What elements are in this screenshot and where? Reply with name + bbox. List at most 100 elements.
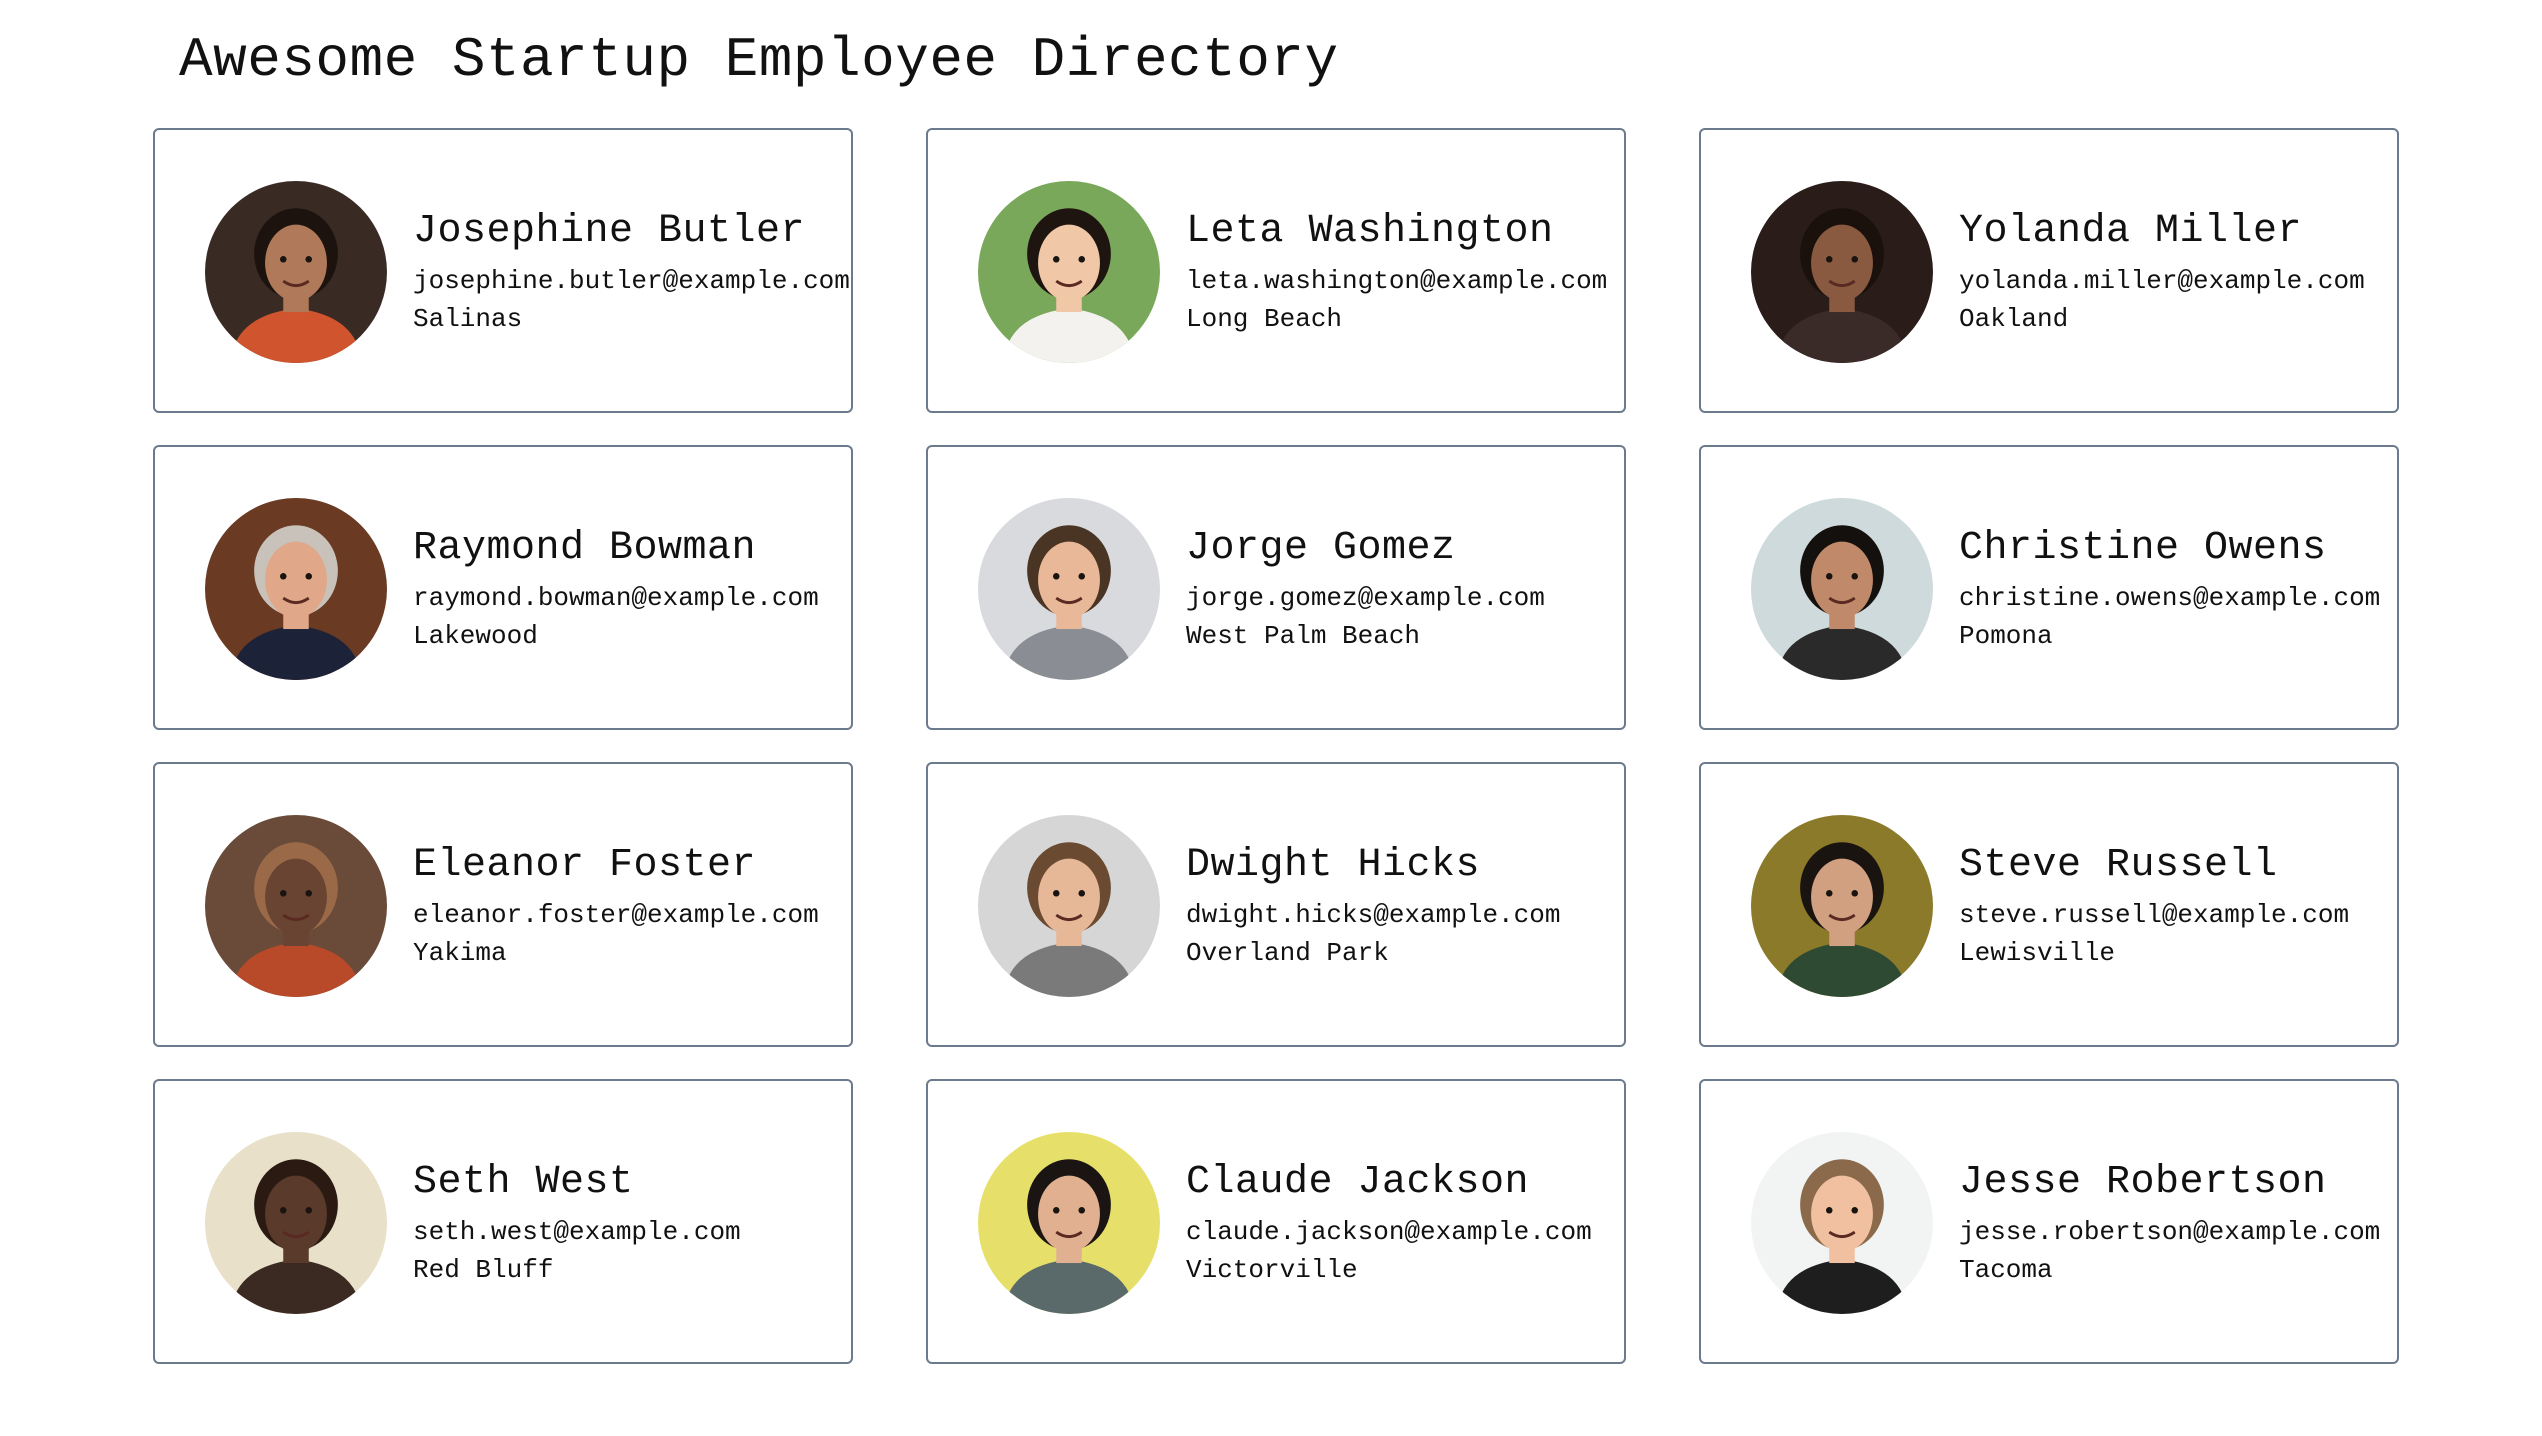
- photo-eye: [1825, 889, 1833, 897]
- employee-info: Dwight Hicks dwight.hicks@example.com Ov…: [1186, 838, 1560, 972]
- photo-eye: [1052, 255, 1060, 263]
- employee-email: jorge.gomez@example.com: [1186, 583, 1545, 613]
- person-photo-icon: [978, 181, 1160, 363]
- person-photo-icon: [978, 1132, 1160, 1314]
- employee-name: Josephine Butler: [413, 209, 806, 254]
- employee-info: Jorge Gomez jorge.gomez@example.com West…: [1186, 521, 1545, 655]
- employee-name: Christine Owens: [1959, 526, 2327, 571]
- avatar: [978, 1132, 1160, 1314]
- employee-email: leta.washington@example.com: [1186, 266, 1608, 296]
- person-photo-icon: [978, 815, 1160, 997]
- employee-card[interactable]: Jorge Gomez jorge.gomez@example.com West…: [926, 445, 1626, 730]
- employee-name: Dwight Hicks: [1186, 843, 1481, 888]
- photo-eye: [1052, 572, 1060, 580]
- avatar: [205, 181, 387, 363]
- page-title: Awesome Startup Employee Directory: [179, 28, 1339, 92]
- employee-info: Josephine Butler josephine.butler@exampl…: [413, 204, 850, 338]
- photo-eye: [1078, 889, 1086, 897]
- employee-name: Jesse Robertson: [1959, 1160, 2327, 1205]
- employee-city: Lakewood: [413, 621, 538, 651]
- employee-info: Raymond Bowman raymond.bowman@example.co…: [413, 521, 819, 655]
- person-photo-icon: [205, 181, 387, 363]
- employee-city: Red Bluff: [413, 1255, 554, 1285]
- employee-name: Claude Jackson: [1186, 1160, 1530, 1205]
- employee-name: Steve Russell: [1959, 843, 2278, 888]
- employee-name: Jorge Gomez: [1186, 526, 1456, 571]
- photo-eye: [305, 572, 313, 580]
- photo-eye: [279, 572, 287, 580]
- photo-face: [1811, 1175, 1873, 1253]
- employee-card[interactable]: Claude Jackson claude.jackson@example.co…: [926, 1079, 1626, 1364]
- photo-eye: [1078, 1206, 1086, 1214]
- photo-eye: [305, 1206, 313, 1214]
- avatar: [978, 815, 1160, 997]
- employee-name: Raymond Bowman: [413, 526, 757, 571]
- employee-card[interactable]: Dwight Hicks dwight.hicks@example.com Ov…: [926, 762, 1626, 1047]
- photo-eye: [1851, 889, 1859, 897]
- avatar: [978, 498, 1160, 680]
- employee-email: steve.russell@example.com: [1959, 900, 2350, 930]
- photo-face: [1811, 858, 1873, 936]
- employee-card[interactable]: Josephine Butler josephine.butler@exampl…: [153, 128, 853, 413]
- employee-name: Yolanda Miller: [1959, 209, 2303, 254]
- person-photo-icon: [205, 498, 387, 680]
- avatar: [978, 181, 1160, 363]
- employee-info: Jesse Robertson jesse.robertson@example.…: [1959, 1155, 2380, 1289]
- employee-name: Seth West: [413, 1160, 634, 1205]
- photo-eye: [1052, 889, 1060, 897]
- photo-face: [265, 858, 327, 936]
- person-photo-icon: [1751, 181, 1933, 363]
- employee-card[interactable]: Yolanda Miller yolanda.miller@example.co…: [1699, 128, 2399, 413]
- photo-eye: [1825, 1206, 1833, 1214]
- photo-eye: [305, 889, 313, 897]
- employee-email: raymond.bowman@example.com: [413, 583, 819, 613]
- photo-face: [1811, 541, 1873, 619]
- photo-face: [1038, 858, 1100, 936]
- employee-email: yolanda.miller@example.com: [1959, 266, 2365, 296]
- employee-email: dwight.hicks@example.com: [1186, 900, 1561, 930]
- photo-eye: [1851, 255, 1859, 263]
- employee-info: Yolanda Miller yolanda.miller@example.co…: [1959, 204, 2365, 338]
- avatar: [1751, 181, 1933, 363]
- employee-card[interactable]: Seth West seth.west@example.com Red Bluf…: [153, 1079, 853, 1364]
- employee-city: West Palm Beach: [1186, 621, 1421, 651]
- photo-face: [265, 224, 327, 302]
- employee-city: Tacoma: [1959, 1255, 2053, 1285]
- employee-city: Pomona: [1959, 621, 2053, 651]
- employee-grid: Josephine Butler josephine.butler@exampl…: [153, 128, 2399, 1364]
- photo-face: [1811, 224, 1873, 302]
- employee-info: Claude Jackson claude.jackson@example.co…: [1186, 1155, 1592, 1289]
- avatar: [205, 815, 387, 997]
- photo-eye: [279, 255, 287, 263]
- employee-card[interactable]: Jesse Robertson jesse.robertson@example.…: [1699, 1079, 2399, 1364]
- avatar: [1751, 498, 1933, 680]
- avatar: [205, 1132, 387, 1314]
- person-photo-icon: [1751, 815, 1933, 997]
- photo-face: [265, 541, 327, 619]
- photo-eye: [1825, 572, 1833, 580]
- avatar: [1751, 815, 1933, 997]
- employee-city: Overland Park: [1186, 938, 1389, 968]
- employee-city: Victorville: [1186, 1255, 1358, 1285]
- employee-email: christine.owens@example.com: [1959, 583, 2381, 613]
- photo-eye: [1851, 572, 1859, 580]
- photo-face: [265, 1175, 327, 1253]
- photo-eye: [1078, 255, 1086, 263]
- employee-email: claude.jackson@example.com: [1186, 1217, 1592, 1247]
- photo-eye: [1078, 572, 1086, 580]
- employee-email: jesse.robertson@example.com: [1959, 1217, 2381, 1247]
- employee-info: Christine Owens christine.owens@example.…: [1959, 521, 2380, 655]
- person-photo-icon: [978, 498, 1160, 680]
- photo-eye: [305, 255, 313, 263]
- employee-info: Leta Washington leta.washington@example.…: [1186, 204, 1607, 338]
- employee-city: Yakima: [413, 938, 507, 968]
- employee-card[interactable]: Christine Owens christine.owens@example.…: [1699, 445, 2399, 730]
- employee-card[interactable]: Eleanor Foster eleanor.foster@example.co…: [153, 762, 853, 1047]
- person-photo-icon: [205, 815, 387, 997]
- employee-card[interactable]: Raymond Bowman raymond.bowman@example.co…: [153, 445, 853, 730]
- photo-eye: [1052, 1206, 1060, 1214]
- employee-card[interactable]: Steve Russell steve.russell@example.com …: [1699, 762, 2399, 1047]
- photo-eye: [279, 1206, 287, 1214]
- avatar: [205, 498, 387, 680]
- employee-card[interactable]: Leta Washington leta.washington@example.…: [926, 128, 1626, 413]
